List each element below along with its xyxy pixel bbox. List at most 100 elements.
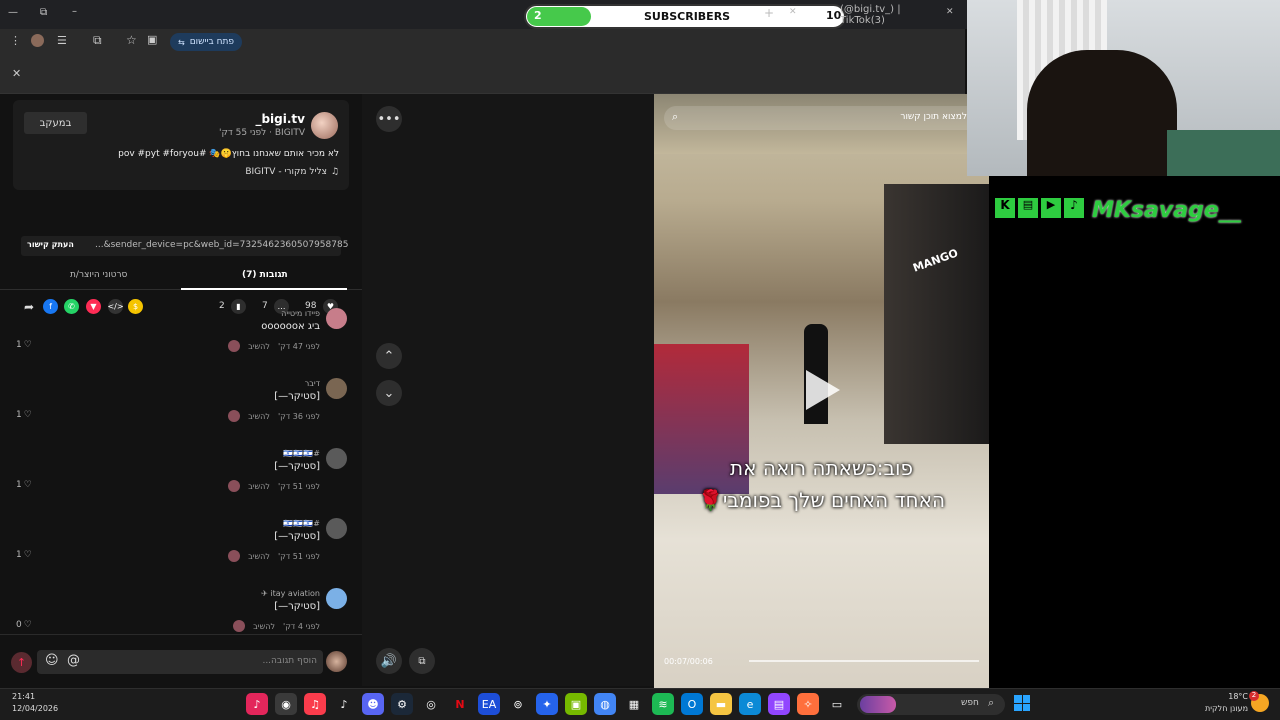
comment-like[interactable]: 0 ♡ — [16, 620, 32, 630]
chrome-app-icon[interactable]: ◉ — [275, 693, 297, 715]
settings-app-icon[interactable]: ⊚ — [507, 693, 529, 715]
ea-app-icon[interactable]: EA — [478, 693, 500, 715]
tab-close-icon-2[interactable]: ✕ — [946, 7, 954, 17]
tab-close-icon[interactable]: ✕ — [789, 7, 797, 17]
subscribers-goal-bar: 2 SUBSCRIBERS 10 — [524, 4, 846, 29]
picture-in-picture-icon[interactable]: ⧉ — [409, 648, 435, 674]
comment-text: [סטיקר—] — [274, 461, 320, 472]
restore-icon[interactable]: ⧉ — [40, 7, 47, 18]
comment-time: לפני 51 דק' — [277, 551, 320, 561]
my-avatar — [326, 651, 347, 672]
steam-app-icon[interactable]: ⚙ — [391, 693, 413, 715]
extensions-icon[interactable]: ⧉ — [93, 33, 102, 48]
share-link-text[interactable]: ...&sender_device=pc&web_id=732546236050… — [95, 240, 348, 250]
clock-time[interactable]: 21:41 — [12, 692, 35, 701]
file-explorer-icon[interactable]: ▬ — [710, 693, 732, 715]
post-sound[interactable]: ♫ צליל מקורי - BIGITV — [245, 167, 339, 177]
heart-outline-icon: ♡ — [23, 480, 32, 490]
post-panel: במעקב bigi.tv_ BIGITV · לפני 55 דק' לא מ… — [0, 94, 362, 686]
spotify-app-icon[interactable]: ≋ — [652, 693, 674, 715]
comment-time: לפני 4 דק' — [283, 621, 320, 631]
close-icon[interactable]: ✕ — [12, 67, 21, 80]
close-bar: ✕ — [0, 54, 965, 94]
profile-avatar[interactable] — [31, 34, 44, 47]
comment-avatar[interactable] — [326, 588, 347, 609]
reply-link[interactable]: להשיב — [253, 622, 275, 631]
play-icon[interactable] — [806, 370, 840, 410]
mention-icon[interactable]: @ — [67, 653, 80, 668]
chrome-app-icon-2[interactable]: ◍ — [594, 693, 616, 715]
subscribers-label: SUBSCRIBERS — [644, 10, 731, 23]
menu-dots-icon[interactable]: ⋮ — [10, 34, 21, 47]
author-avatar[interactable] — [311, 112, 338, 139]
tiktok-app-icon[interactable]: ♪ — [246, 693, 268, 715]
copilot-app-icon[interactable]: ✧ — [797, 693, 819, 715]
more-options-icon[interactable]: ••• — [376, 106, 402, 132]
emoji-icon[interactable]: ☺ — [45, 653, 59, 668]
comment-author[interactable]: פיידו מיטייה — [281, 309, 320, 318]
comment-author[interactable]: itay aviation ✈ — [261, 589, 320, 598]
taskbar-search[interactable]: חפש ⌕ — [857, 694, 1005, 715]
new-tab-icon[interactable]: + — [764, 6, 774, 20]
follow-button[interactable]: במעקב — [24, 112, 87, 134]
comment-like[interactable]: 1 ♡ — [16, 480, 32, 490]
minimize-icon[interactable]: – — [72, 6, 77, 17]
author-username[interactable]: bigi.tv_ — [255, 112, 305, 126]
bookmark-star-icon[interactable]: ☆ — [126, 33, 137, 47]
next-video-icon[interactable]: ⌄ — [376, 380, 402, 406]
reply-link[interactable]: להשיב — [248, 482, 270, 491]
comment-avatar[interactable] — [326, 518, 347, 539]
reading-list-icon[interactable]: ☰ — [57, 34, 67, 47]
open-in-app-button[interactable]: ⇆ פתח ביישום — [170, 33, 243, 51]
reply-link[interactable]: להשיב — [248, 552, 270, 561]
app-icon: ⇆ — [178, 37, 185, 47]
twitch-app-icon[interactable]: ▤ — [768, 693, 790, 715]
weather-temp[interactable]: 18°C — [1198, 692, 1248, 701]
comment-like[interactable]: 1 ♡ — [16, 340, 32, 350]
comment-like[interactable]: 1 ♡ — [16, 410, 32, 420]
comment-input[interactable]: ☺ @ הוסף תגובה... — [37, 650, 323, 674]
window-menu-icon[interactable]: — — [8, 7, 18, 18]
netflix-app-icon[interactable]: N — [449, 693, 471, 715]
tab-tiktok[interactable]: (@bigi.tv_) | TikTok(3) — [840, 4, 940, 26]
streamer — [1027, 50, 1177, 176]
discord-app-icon[interactable]: ☻ — [362, 693, 384, 715]
comment-avatar[interactable] — [326, 448, 347, 469]
windows-start-icon[interactable] — [1014, 695, 1030, 711]
screenshot-icon[interactable]: ▣ — [147, 33, 157, 46]
prev-video-icon[interactable]: ⌃ — [376, 343, 402, 369]
link-row: העתק קישור ...&sender_device=pc&web_id=7… — [21, 236, 348, 256]
tab-comments[interactable]: תגובות (7) — [242, 270, 288, 280]
music-app-icon[interactable]: ♫ — [304, 693, 326, 715]
clock-date[interactable]: 12/04/2026 — [12, 704, 58, 713]
reply-link[interactable]: להשיב — [248, 412, 270, 421]
tab-creator-videos[interactable]: סרטוני היוצר/ת — [70, 270, 127, 280]
comment-placeholder: הוסף תגובה... — [262, 656, 317, 666]
comment-author[interactable]: #🇮🇱🇮🇱🇮🇱 — [283, 519, 320, 528]
comment-author[interactable]: דיבר — [305, 379, 320, 388]
window-app-icon[interactable]: ▭ — [826, 693, 848, 715]
store-app-icon[interactable]: ▦ — [623, 693, 645, 715]
weather-desc[interactable]: מעונן חלקית — [1198, 704, 1248, 713]
battlenet-app-icon[interactable]: ✦ — [536, 693, 558, 715]
comment-author[interactable]: #🇮🇱🇮🇱🇮🇱 — [283, 449, 320, 458]
comment-time: לפני 36 דק' — [277, 411, 320, 421]
send-button[interactable]: ↑ — [11, 652, 32, 673]
copy-link-button[interactable]: העתק קישור — [27, 240, 74, 249]
edge-app-icon[interactable]: e — [739, 693, 761, 715]
volume-icon[interactable]: 🔊 — [376, 648, 402, 674]
video-player[interactable]: MANGO ⌕ למצוא תוכן קשור פוב:כשאתה רואה א… — [654, 94, 989, 688]
related-search[interactable]: ⌕ למצוא תוכן קשור — [664, 106, 979, 130]
creator-liked-avatar — [228, 410, 241, 422]
nvidia-app-icon[interactable]: ▣ — [565, 693, 587, 715]
tiktok-app-icon-2[interactable]: ♪ — [333, 693, 355, 715]
obs-app-icon[interactable]: ◎ — [420, 693, 442, 715]
comment-like[interactable]: 1 ♡ — [16, 550, 32, 560]
reply-link[interactable]: להשיב — [248, 342, 270, 351]
comment-meta: לפני 47 דק' להשיב — [228, 340, 320, 352]
comment-avatar[interactable] — [326, 308, 347, 329]
comment-avatar[interactable] — [326, 378, 347, 399]
video-progress[interactable] — [749, 660, 979, 662]
search-highlight-image — [860, 696, 896, 713]
outlook-app-icon[interactable]: O — [681, 693, 703, 715]
